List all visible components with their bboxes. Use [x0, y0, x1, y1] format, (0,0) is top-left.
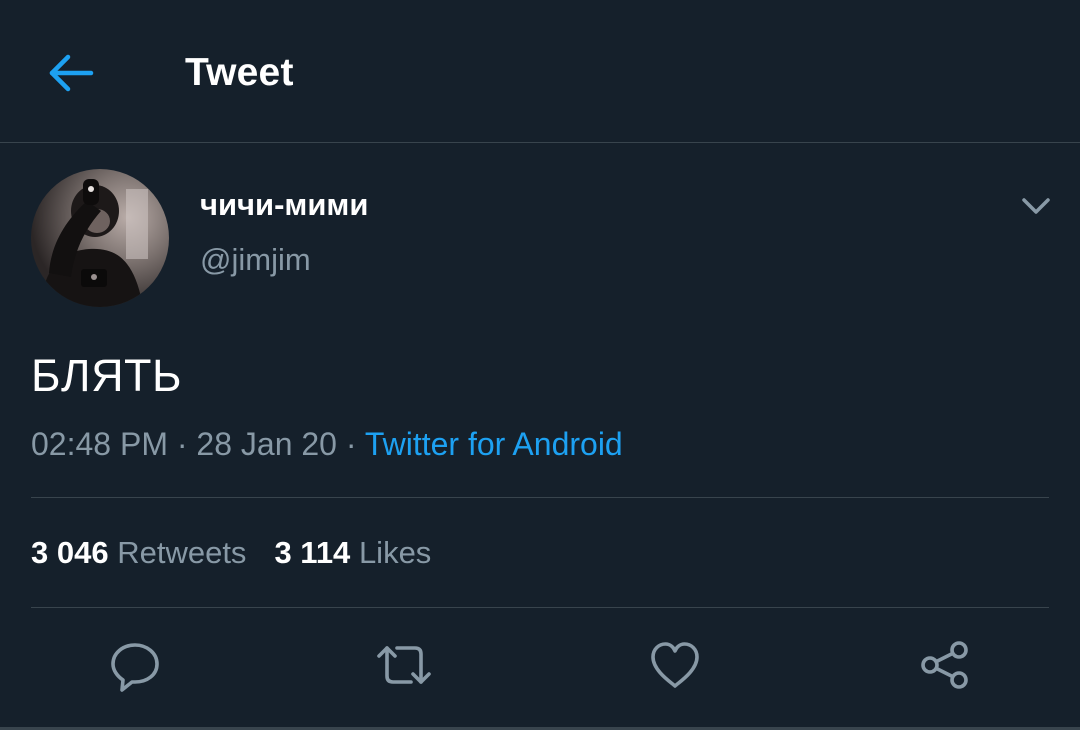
- tweet-meta: 02:48 PM · 28 Jan 20 · Twitter for Andro…: [31, 423, 623, 465]
- likes-count: 3 114: [274, 535, 351, 570]
- retweets-count: 3 046: [31, 535, 109, 570]
- tweet-detail-screen: Tweet чичи-мими @jimjim БЛЯТЬ 02:48 PM ·…: [0, 0, 1080, 730]
- tweet-text: БЛЯТЬ: [31, 350, 183, 401]
- likes-label: Likes: [358, 535, 432, 570]
- tweet-menu-button[interactable]: [1014, 190, 1058, 224]
- retweet-icon: [377, 646, 431, 684]
- divider: [31, 607, 1049, 608]
- divider: [31, 497, 1049, 498]
- share-button[interactable]: [918, 638, 972, 692]
- tweet-source-link[interactable]: Twitter for Android: [365, 426, 623, 462]
- page-title: Tweet: [185, 51, 294, 94]
- retweets-label: Retweets: [117, 535, 247, 570]
- tweet-time: 02:48 PM: [31, 426, 168, 462]
- retweet-button[interactable]: [377, 638, 431, 692]
- retweets-stat[interactable]: 3 046 Retweets: [31, 535, 246, 570]
- share-icon: [921, 641, 968, 689]
- like-icon: [651, 642, 699, 688]
- reply-button[interactable]: [108, 638, 162, 692]
- profile-photo: [31, 169, 169, 307]
- top-app-bar: Tweet: [0, 0, 1080, 143]
- reply-icon: [111, 643, 159, 692]
- likes-stat[interactable]: 3 114 Likes: [274, 535, 431, 570]
- meta-separator: ·: [345, 426, 357, 462]
- meta-separator: ·: [176, 426, 188, 462]
- avatar[interactable]: [31, 169, 169, 307]
- chevron-down-icon: [1022, 198, 1050, 214]
- arrow-left-icon: [49, 54, 94, 92]
- author-handle[interactable]: @jimjim: [200, 240, 311, 280]
- author-display-name[interactable]: чичи-мими: [200, 185, 368, 225]
- tweet-date: 28 Jan 20: [196, 426, 337, 462]
- back-button[interactable]: [44, 48, 100, 98]
- engagement-stats: 3 046 Retweets 3 114 Likes: [31, 533, 431, 573]
- like-button[interactable]: [648, 638, 702, 692]
